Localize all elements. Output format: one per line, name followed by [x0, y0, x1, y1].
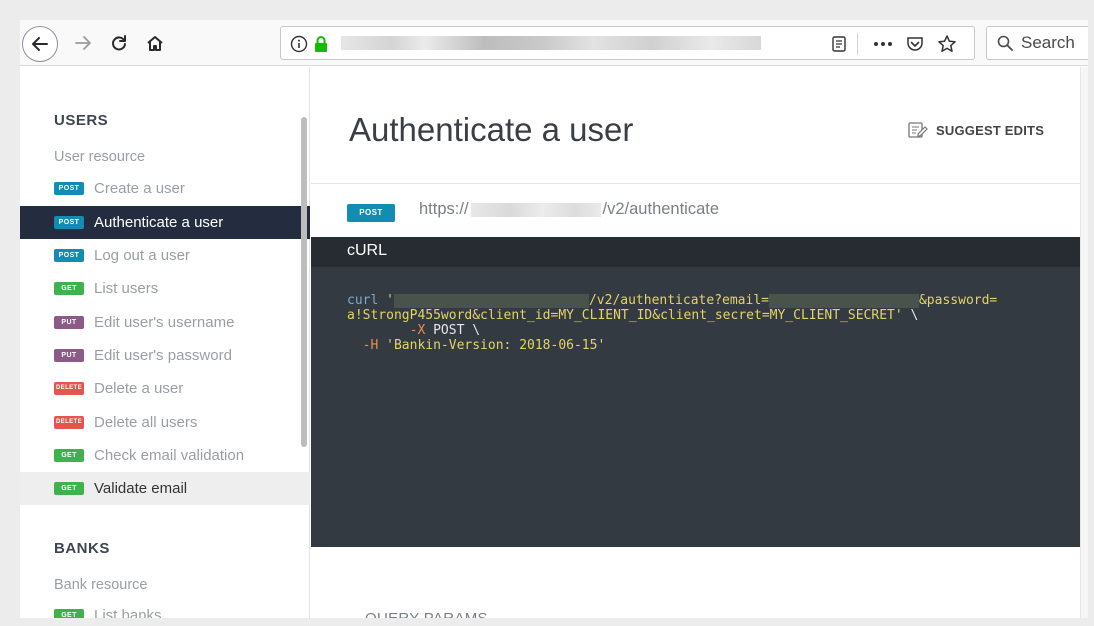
info-icon[interactable] — [289, 34, 309, 54]
section-subtitle-banks[interactable]: Bank resource — [54, 577, 148, 593]
sidebar-item-list-banks[interactable]: GET List banks — [20, 599, 310, 618]
sidebar-item-label: List users — [94, 280, 159, 297]
method-badge: PUT — [54, 316, 84, 329]
sidebar-item-label: Edit user's username — [94, 314, 235, 331]
sidebar-item-label: List banks — [94, 607, 162, 618]
forward-button[interactable] — [68, 28, 98, 58]
url-text-blurred — [341, 36, 761, 50]
home-button[interactable] — [140, 28, 170, 58]
sidebar-item-delete-user[interactable]: DELETE Delete a user — [20, 372, 310, 405]
method-badge: DELETE — [54, 382, 84, 395]
forward-arrow-icon — [75, 36, 91, 50]
sidebar-item-authenticate-user[interactable]: POST Authenticate a user — [20, 206, 310, 239]
curl-code-block: cURL curl ' /v2/authenticate?email= &passw… — [311, 237, 1088, 547]
search-icon — [997, 35, 1013, 51]
code-host-redacted — [393, 293, 589, 308]
code-line-continuation: \ — [902, 308, 919, 323]
method-badge: POST — [54, 182, 84, 195]
lock-icon[interactable] — [311, 34, 331, 54]
browser-toolbar: Search — [20, 20, 1088, 66]
page-actions-icon[interactable] — [873, 34, 893, 54]
sidebar-item-label: Delete a user — [94, 380, 184, 397]
sidebar-item-create-user[interactable]: POST Create a user — [20, 172, 310, 205]
endpoint-url-path: /v2/authenticate — [602, 200, 720, 218]
reader-view-icon[interactable] — [829, 34, 849, 54]
query-params-heading: QUERY PARAMS — [365, 610, 488, 618]
code-command: curl — [347, 293, 379, 308]
code-email-redacted — [768, 293, 919, 308]
sidebar-item-delete-all-users[interactable]: DELETE Delete all users — [20, 406, 310, 439]
code-path: /v2/authenticate?email= — [588, 293, 769, 308]
method-badge: GET — [54, 609, 84, 618]
reload-button[interactable] — [104, 28, 134, 58]
home-icon — [147, 36, 163, 51]
method-badge: GET — [54, 282, 84, 295]
sidebar-item-label: Validate email — [94, 480, 188, 497]
sidebar-item-edit-username[interactable]: PUT Edit user's username — [20, 306, 310, 339]
method-badge: DELETE — [54, 416, 84, 429]
section-title-banks: BANKS — [54, 540, 110, 557]
section-title-users: USERS — [54, 112, 109, 129]
sidebar-item-validate-email[interactable]: GET Validate email — [20, 472, 310, 505]
pocket-icon[interactable] — [905, 34, 925, 54]
main-content: Authenticate a user SUGGEST EDITS POST h… — [311, 67, 1088, 618]
sidebar-item-list-users[interactable]: GET List users — [20, 272, 310, 305]
sidebar: USERS User resource POST Create a user P… — [20, 67, 310, 618]
curl-code[interactable]: curl '/v2/authenticate?email= &password= … — [347, 293, 997, 353]
sidebar-item-label: Log out a user — [94, 247, 190, 264]
code-flag-h: -H — [362, 338, 379, 353]
suggest-edits-button[interactable]: SUGGEST EDITS — [908, 121, 1044, 139]
page-scroll-track[interactable] — [1080, 67, 1088, 618]
method-badge: PUT — [54, 349, 84, 362]
method-badge: POST — [54, 216, 84, 229]
address-bar[interactable] — [280, 26, 975, 60]
code-header-value: 'Bankin-Version: 2018-06-15' — [378, 338, 606, 353]
suggest-edits-label: SUGGEST EDITS — [936, 122, 1045, 138]
code-password-key: &password= — [918, 293, 998, 308]
section-subtitle-users[interactable]: User resource — [54, 149, 145, 165]
method-badge: POST — [54, 249, 84, 262]
sidebar-item-logout-user[interactable]: POST Log out a user — [20, 239, 310, 272]
sidebar-item-label: Authenticate a user — [94, 214, 224, 231]
code-line-credentials: a!StrongP455word&client_id=MY_CLIENT_ID&… — [347, 308, 903, 323]
sidebar-item-edit-password[interactable]: PUT Edit user's password — [20, 339, 310, 372]
endpoint-host-redacted — [470, 202, 601, 217]
page-title: Authenticate a user — [349, 111, 634, 148]
bookmark-star-icon[interactable] — [937, 34, 957, 54]
sidebar-item-label: Delete all users — [94, 414, 198, 431]
code-quote: ' — [378, 293, 394, 308]
endpoint-method-badge: POST — [347, 204, 395, 222]
search-label: Search — [1021, 33, 1075, 52]
back-button[interactable] — [22, 26, 58, 62]
endpoint-url: https:// /v2/authenticate — [419, 200, 719, 219]
code-flag-x: -X — [409, 323, 426, 338]
reload-icon — [112, 35, 126, 51]
code-method: POST \ — [425, 323, 481, 338]
sidebar-item-check-email-validation[interactable]: GET Check email validation — [20, 439, 310, 472]
sidebar-item-label: Create a user — [94, 180, 185, 197]
endpoint-url-prefix: https:// — [419, 200, 469, 218]
sidebar-scrollbar[interactable] — [301, 117, 307, 447]
sidebar-item-label: Edit user's password — [94, 347, 232, 364]
endpoint-bar: POST https:// /v2/authenticate — [311, 183, 1088, 237]
method-badge: GET — [54, 449, 84, 462]
edit-icon — [908, 122, 928, 138]
browser-window: Search USERS User resource POST Create a… — [20, 20, 1088, 618]
search-box[interactable]: Search — [986, 26, 1088, 60]
code-tab-curl[interactable]: cURL — [311, 237, 1088, 267]
sidebar-item-label: Check email validation — [94, 447, 245, 464]
urlbar-divider — [857, 33, 858, 55]
method-badge: GET — [54, 482, 84, 495]
back-arrow-icon — [32, 37, 48, 51]
